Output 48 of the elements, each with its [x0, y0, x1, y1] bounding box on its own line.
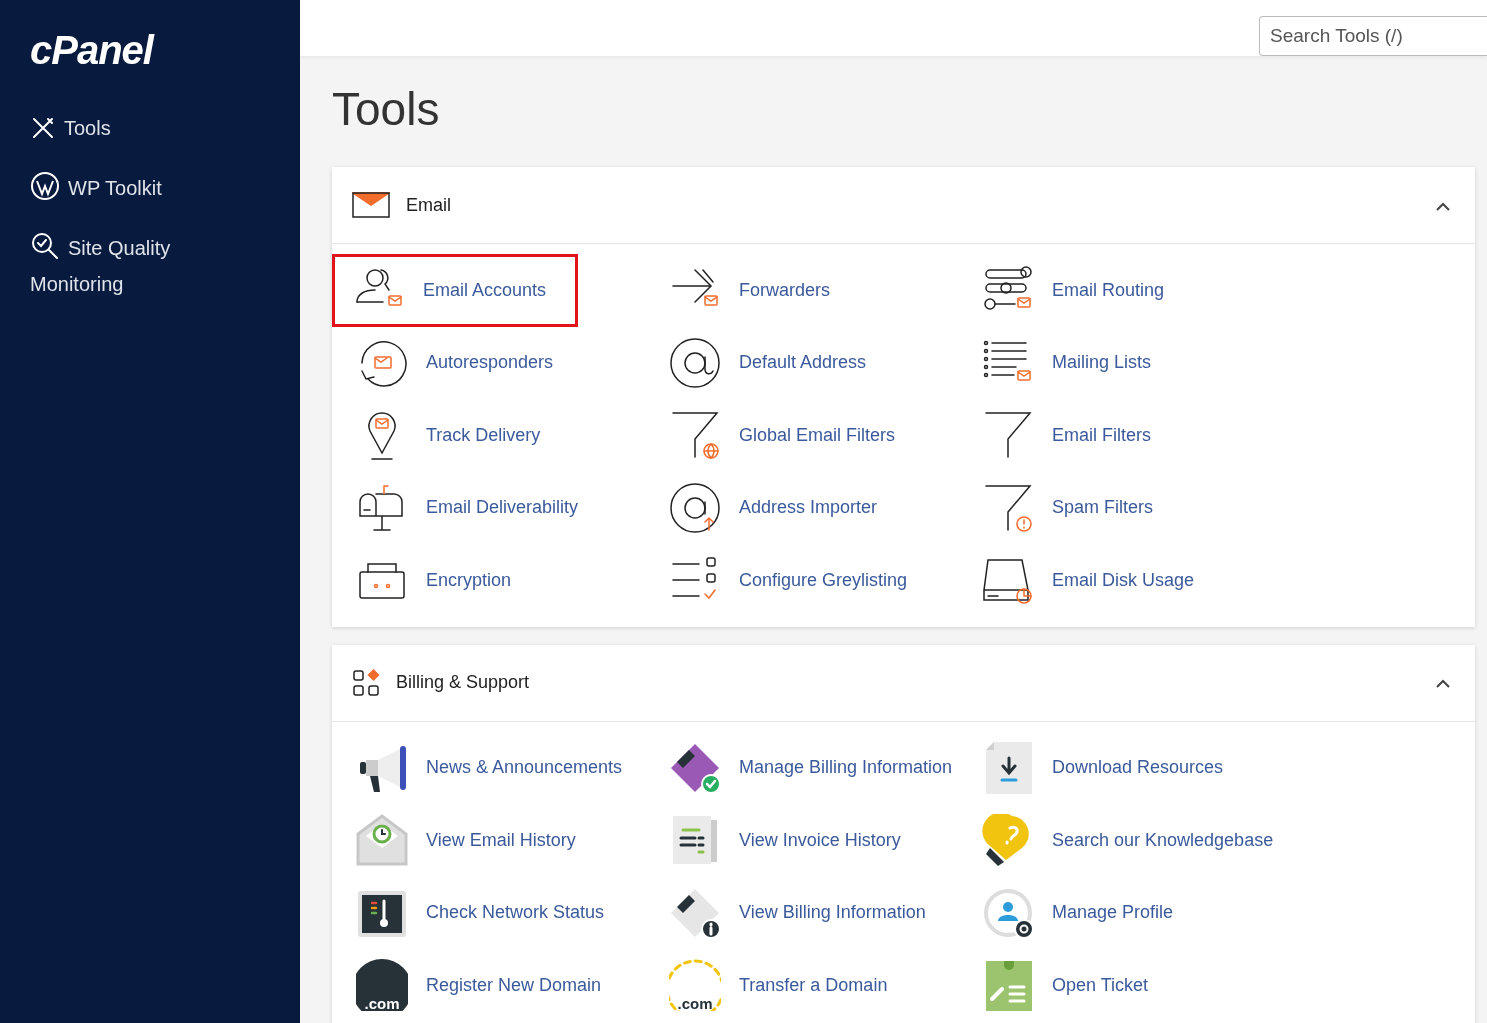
tool-link[interactable]: .com Transfer a Domain: [663, 949, 976, 1022]
magnifier-check-icon: [30, 231, 60, 261]
tool-link[interactable]: Check Network Status: [350, 876, 663, 950]
search-field[interactable]: Search Tools (/): [1259, 16, 1487, 56]
tool-link[interactable]: Mailing Lists: [976, 326, 1289, 400]
page-title: Tools: [332, 82, 441, 137]
tool-link[interactable]: Global Email Filters: [663, 399, 976, 472]
tool-link[interactable]: Email Disk Usage: [976, 544, 1289, 617]
tool-link[interactable]: Address Importer: [663, 471, 976, 545]
tool-link[interactable]: Configure Greylisting: [663, 544, 976, 617]
tool-link[interactable]: Email Routing: [976, 254, 1289, 327]
tool-link[interactable]: Default Address: [663, 326, 976, 400]
envelope-clock-icon: [356, 814, 408, 867]
tool-link[interactable]: Forwarders: [663, 254, 976, 327]
tool-link[interactable]: Download Resources: [976, 731, 1289, 805]
sidebar-item[interactable]: WP Toolkit: [30, 170, 220, 206]
tool-link[interactable]: Autoresponders: [350, 326, 663, 400]
tool-link[interactable]: Encryption: [350, 544, 663, 617]
envelope-icon: [352, 191, 390, 220]
credit-card-check-icon: [669, 741, 721, 794]
tool-link[interactable]: Open Ticket: [976, 949, 1289, 1022]
tool-link[interactable]: Email Accounts: [332, 254, 578, 327]
grid-squares-icon: [352, 668, 380, 697]
tool-link[interactable]: Email Filters: [976, 399, 1289, 472]
tool-link[interactable]: News & Announcements: [350, 731, 663, 805]
sidebar-item[interactable]: Site Quality Monitoring: [30, 230, 220, 302]
tool-link[interactable]: .com Register New Domain: [350, 949, 663, 1022]
profile-gear-icon: [982, 886, 1034, 939]
chevron-icon[interactable]: [1435, 678, 1451, 689]
tool-link[interactable]: Spam Filters: [976, 471, 1289, 545]
section-title: Billing & Support: [396, 671, 530, 695]
wordpress-icon: [30, 171, 60, 201]
tool-link[interactable]: View Email History: [350, 804, 663, 877]
logo: cPanel: [30, 30, 153, 70]
tool-link[interactable]: View Billing Information: [663, 876, 976, 950]
tool-link[interactable]: Email Deliverability: [350, 471, 663, 545]
tool-link[interactable]: Track Delivery: [350, 399, 663, 472]
chevron-icon[interactable]: [1435, 200, 1451, 211]
sidebar-item[interactable]: Tools: [30, 110, 220, 146]
credit-card-info-icon: [669, 886, 721, 939]
tool-link[interactable]: Manage Billing Information: [663, 731, 976, 805]
tool-link[interactable]: View Invoice History: [663, 804, 976, 877]
tools-icon: [30, 115, 56, 141]
tool-link[interactable]: Manage Profile: [976, 876, 1289, 950]
tool-link[interactable]: Search our Knowledgebase: [976, 804, 1289, 877]
at-sign-icon: [669, 336, 721, 389]
at-sign-upload-icon: [669, 481, 721, 534]
section-title: Email: [406, 193, 451, 217]
